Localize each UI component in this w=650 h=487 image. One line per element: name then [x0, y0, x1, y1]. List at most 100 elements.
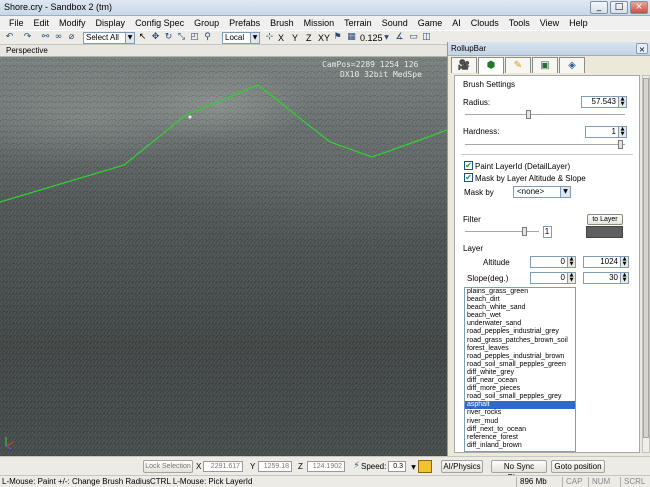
selection-filter-select[interactable]: Select All ▼ [83, 32, 135, 44]
menu-sound[interactable]: Sound [379, 16, 411, 30]
x-position-field[interactable]: 2291.617 [203, 461, 243, 472]
axis-constraint-icon[interactable]: ⊹ [264, 32, 275, 43]
detail-layer-list[interactable]: plains_grass_green beach_dirt beach_white_… [464, 287, 576, 452]
redo-icon[interactable]: ↷ [22, 32, 33, 43]
layer-list-item[interactable]: diff_more_pieces [465, 385, 575, 393]
spinner-arrows-icon[interactable]: ▲ ▼ [618, 127, 626, 137]
display-icon[interactable]: ✎ [505, 57, 531, 73]
link-icon[interactable]: ⚯ [40, 32, 51, 43]
menu-terrain[interactable]: Terrain [341, 16, 375, 30]
layer-list-item[interactable]: diff_inland_brown [465, 442, 575, 450]
layer-list-item[interactable]: plains_grass_green [465, 288, 575, 296]
hardness-slider[interactable] [465, 140, 625, 150]
menu-game[interactable]: Game [415, 16, 446, 30]
menu-view[interactable]: View [537, 16, 562, 30]
move-icon[interactable]: ✥ [150, 32, 161, 43]
undo-icon[interactable]: ↶ [4, 32, 15, 43]
maximize-button[interactable]: □ [610, 1, 628, 14]
layer-list-item[interactable]: road_pepples_industrial_grey [465, 328, 575, 336]
close-button[interactable]: × [630, 1, 648, 14]
menu-file[interactable]: File [6, 16, 27, 30]
altitude-min-spinner[interactable]: 0 ▲ ▼ [530, 256, 576, 268]
terrain-icon[interactable]: ⬢ [478, 57, 504, 74]
layers-icon[interactable]: ◈ [559, 57, 585, 73]
menu-mission[interactable]: Mission [301, 16, 338, 30]
paint-layer-checkbox[interactable]: ✔ [464, 161, 473, 170]
layer-list-item[interactable]: beach_white_sand [465, 304, 575, 312]
layer-list-item[interactable]: underwater_sand [465, 320, 575, 328]
no-sync-player-button[interactable]: No Sync Player [491, 460, 547, 482]
terrain-follow-icon[interactable] [418, 460, 432, 473]
chevron-down-icon[interactable]: ▼ [381, 32, 392, 43]
layer-list-item[interactable]: asphalt [465, 401, 575, 410]
layer-icon[interactable]: ◫ [421, 32, 432, 43]
grid-size-value[interactable]: 0.125 [360, 33, 383, 43]
layer-list-item[interactable]: river_mud [465, 418, 575, 426]
grid-icon[interactable]: ▦ [346, 32, 357, 43]
close-icon[interactable]: × [636, 43, 648, 54]
menu-display[interactable]: Display [93, 16, 129, 30]
hardness-spinner[interactable]: 1 ▲ ▼ [585, 126, 627, 138]
layer-list-item[interactable]: road_pepples_industrial_brown [465, 353, 575, 361]
layer-list-item[interactable]: beach_wet [465, 312, 575, 320]
filter-color-swatch[interactable] [586, 226, 623, 238]
layer-list-item[interactable]: diff_near_ocean [465, 377, 575, 385]
axis-y-button[interactable]: Y [292, 33, 298, 43]
select-cursor-icon[interactable]: ↖ [137, 32, 148, 43]
layer-list-item[interactable]: road_grass_patches_brown_soil [465, 337, 575, 345]
snap-icon[interactable]: ⚲ [202, 32, 213, 43]
mask-altitude-checkbox[interactable]: ✔ [464, 173, 473, 182]
minimize-button[interactable]: _ [590, 1, 608, 14]
speed-field[interactable]: 0.3 [388, 461, 406, 472]
menu-prefabs[interactable]: Prefabs [226, 16, 263, 30]
ai-physics-button[interactable]: AI/Physics [441, 460, 483, 473]
layer-list-item[interactable]: road_soil_small_pepples_green [465, 361, 575, 369]
spinner-arrows-icon[interactable]: ▲ ▼ [567, 257, 575, 267]
create-icon[interactable]: 🎥 [451, 57, 477, 73]
rotate-icon[interactable]: ↻ [163, 32, 174, 43]
menu-config-spec[interactable]: Config Spec [132, 16, 187, 30]
layer-list-item[interactable]: diff_white_grey [465, 369, 575, 377]
radius-slider[interactable] [465, 110, 625, 120]
modify-icon[interactable]: ▣ [532, 57, 558, 73]
coord-system-select[interactable]: Local ▼ [222, 32, 260, 44]
goto-position-button[interactable]: Goto position [551, 460, 605, 473]
radius-spinner[interactable]: 57.543 ▲ ▼ [581, 96, 627, 108]
altitude-max-spinner[interactable]: 1024 ▲ ▼ [583, 256, 629, 268]
perspective-viewport[interactable]: Perspective CamPos=2289 1254 126 DX10 32… [0, 45, 447, 456]
menu-modify[interactable]: Modify [56, 16, 89, 30]
filter-value-box[interactable]: 1 [543, 226, 552, 238]
layer-list-item[interactable]: beach_dirt [465, 296, 575, 304]
menu-edit[interactable]: Edit [31, 16, 53, 30]
unlink-icon[interactable]: ⌀ [66, 32, 77, 43]
spinner-arrows-icon[interactable]: ▲ ▼ [567, 273, 575, 283]
menu-help[interactable]: Help [566, 16, 591, 30]
viewport-header[interactable]: Perspective [0, 45, 447, 57]
ruler-icon[interactable]: ▭ [408, 32, 419, 43]
slope-max-spinner[interactable]: 30 ▲ ▼ [583, 272, 629, 284]
angle-snap-icon[interactable]: ∡ [394, 32, 405, 43]
slope-min-spinner[interactable]: 0 ▲ ▼ [530, 272, 576, 284]
scale-icon[interactable]: ⤡ [176, 32, 187, 43]
layer-list-item[interactable]: reference_forest [465, 434, 575, 442]
slider-knob[interactable] [618, 140, 623, 149]
spinner-arrows-icon[interactable]: ▲ ▼ [618, 97, 626, 107]
menu-tools[interactable]: Tools [506, 16, 533, 30]
to-layer-button[interactable]: to Layer [587, 214, 623, 225]
link-icon[interactable]: ∞ [53, 32, 64, 43]
layer-list-item[interactable]: road_soil_small_pepples_grey [465, 393, 575, 401]
filter-slider[interactable] [465, 227, 539, 237]
rollup-scrollbar[interactable] [642, 75, 650, 453]
axis-x-button[interactable]: X [278, 33, 284, 43]
slider-knob[interactable] [522, 227, 527, 236]
z-position-field[interactable]: 124.1902 [307, 461, 345, 472]
layer-list-item[interactable]: diff_next_to_ocean [465, 426, 575, 434]
lock-selection-button[interactable]: Lock Selection [143, 460, 193, 473]
layer-list-item[interactable]: river_rocks [465, 409, 575, 417]
scale-uniform-icon[interactable]: ◰ [189, 32, 200, 43]
scrollbar-thumb[interactable] [643, 78, 649, 438]
axis-xy-button[interactable]: XY [318, 33, 330, 43]
y-position-field[interactable]: 1259.18 [258, 461, 292, 472]
mask-by-select[interactable]: <none> ▼ [513, 186, 571, 198]
spinner-arrows-icon[interactable]: ▲ ▼ [620, 273, 628, 283]
